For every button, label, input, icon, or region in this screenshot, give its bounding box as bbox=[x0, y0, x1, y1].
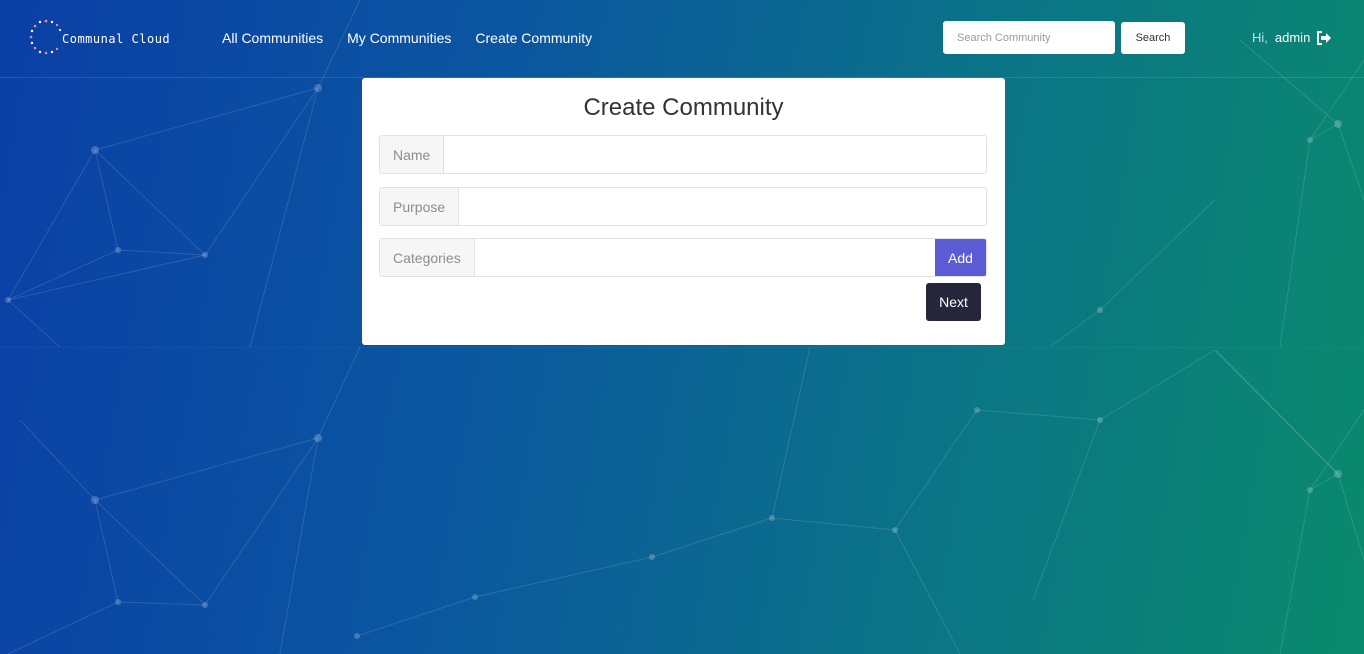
add-category-button[interactable]: Add bbox=[935, 239, 986, 276]
name-label: Name bbox=[380, 136, 445, 173]
top-header: Communal Cloud All Communities My Commun… bbox=[0, 0, 1364, 78]
purpose-label: Purpose bbox=[380, 188, 460, 225]
background-seam bbox=[0, 347, 1364, 348]
search-button[interactable]: Search bbox=[1121, 22, 1185, 54]
cloud-dots-logo-icon bbox=[29, 19, 62, 55]
categories-input[interactable] bbox=[474, 239, 935, 276]
brand-name: Communal Cloud bbox=[62, 32, 171, 46]
page-title: Create Community bbox=[583, 94, 784, 121]
username[interactable]: admin bbox=[1275, 30, 1310, 45]
purpose-input[interactable] bbox=[459, 188, 986, 225]
sign-out-icon[interactable] bbox=[1316, 30, 1332, 45]
name-input[interactable] bbox=[444, 136, 986, 173]
create-community-card: Create Community Name Purpose Categories… bbox=[362, 78, 1005, 345]
main-nav: All Communities My Communities Create Co… bbox=[222, 30, 592, 46]
name-field-group: Name bbox=[379, 135, 987, 174]
next-button[interactable]: Next bbox=[926, 283, 981, 321]
nav-my-communities[interactable]: My Communities bbox=[347, 30, 451, 46]
brand-logo[interactable]: Communal Cloud bbox=[28, 18, 170, 56]
purpose-field-group: Purpose bbox=[379, 187, 987, 226]
nav-create-community[interactable]: Create Community bbox=[475, 30, 592, 46]
categories-label: Categories bbox=[380, 239, 475, 276]
user-menu: Hi, admin bbox=[1252, 30, 1332, 45]
search-input[interactable] bbox=[943, 21, 1115, 54]
nav-all-communities[interactable]: All Communities bbox=[222, 30, 323, 46]
categories-field-group: Categories Add bbox=[379, 238, 987, 277]
greeting-text: Hi, bbox=[1252, 30, 1268, 45]
